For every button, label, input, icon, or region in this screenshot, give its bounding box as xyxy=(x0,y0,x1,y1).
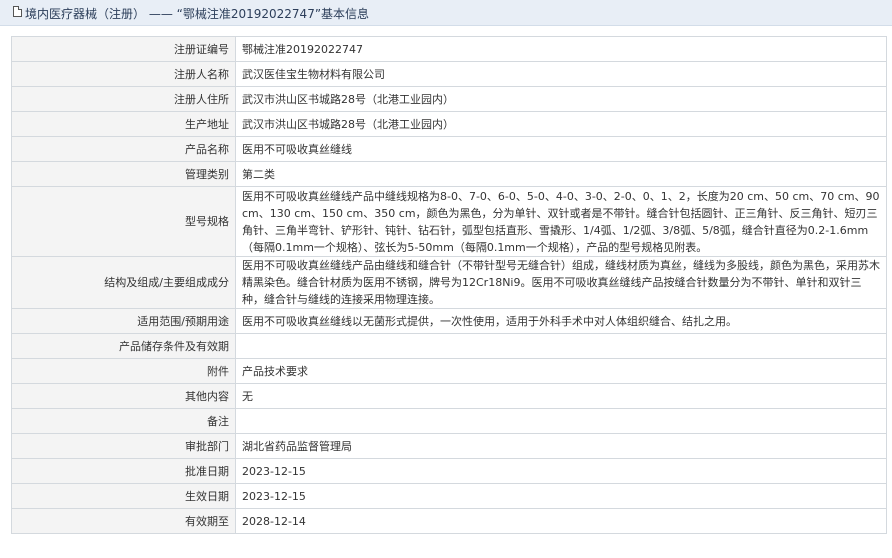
table-row: 注册人名称 武汉医佳宝生物材料有限公司 xyxy=(11,61,887,87)
table-row: 注册人住所 武汉市洪山区书城路28号（北港工业园内） xyxy=(11,86,887,112)
field-label: 产品储存条件及有效期 xyxy=(11,333,236,359)
field-value: 医用不可吸收真丝缝线 xyxy=(235,136,887,162)
field-value: 医用不可吸收真丝缝线产品由缝线和缝合针（不带针型号无缝合针）组成，缝线材质为真丝… xyxy=(235,256,887,309)
field-value: 医用不可吸收真丝缝线以无菌形式提供，一次性使用，适用于外科手术中对人体组织缝合、… xyxy=(235,308,887,334)
field-label: 生产地址 xyxy=(11,111,236,137)
table-row: 生效日期 2023-12-15 xyxy=(11,483,887,509)
field-label: 适用范围/预期用途 xyxy=(11,308,236,334)
field-value: 武汉医佳宝生物材料有限公司 xyxy=(235,61,887,87)
field-label: 注册人住所 xyxy=(11,86,236,112)
field-label: 管理类别 xyxy=(11,161,236,187)
field-label: 附件 xyxy=(11,358,236,384)
field-label: 注册证编号 xyxy=(11,36,236,62)
field-label: 型号规格 xyxy=(11,186,236,257)
field-label: 审批部门 xyxy=(11,433,236,459)
field-value xyxy=(235,333,887,359)
table-row: 结构及组成/主要组成成分 医用不可吸收真丝缝线产品由缝线和缝合针（不带针型号无缝合… xyxy=(11,256,887,309)
table-row: 适用范围/预期用途 医用不可吸收真丝缝线以无菌形式提供，一次性使用，适用于外科手术… xyxy=(11,308,887,334)
table-row: 产品名称 医用不可吸收真丝缝线 xyxy=(11,136,887,162)
field-label: 有效期至 xyxy=(11,508,236,534)
field-value: 产品技术要求 xyxy=(235,358,887,384)
field-label: 生效日期 xyxy=(11,483,236,509)
registration-info-table: 注册证编号 鄂械注准20192022747 注册人名称 武汉医佳宝生物材料有限公司 注册… xyxy=(11,36,887,534)
table-row: 审批部门 湖北省药品监督管理局 xyxy=(11,433,887,459)
table-row: 批准日期 2023-12-15 xyxy=(11,458,887,484)
table-row: 其他内容无 xyxy=(11,383,887,409)
field-value: 鄂械注准20192022747 xyxy=(235,36,887,62)
page-title: 境内医疗器械（注册） —— “鄂械注准20192022747”基本信息 xyxy=(25,7,370,21)
field-value: 2028-12-14 xyxy=(235,508,887,534)
field-label: 批准日期 xyxy=(11,458,236,484)
table-row: 有效期至 2028-12-14 xyxy=(11,508,887,534)
field-label: 结构及组成/主要组成成分 xyxy=(11,256,236,309)
field-label: 注册人名称 xyxy=(11,61,236,87)
field-value: 武汉市洪山区书城路28号（北港工业园内） xyxy=(235,86,887,112)
table-row: 附件 产品技术要求 xyxy=(11,358,887,384)
field-value: 2023-12-15 xyxy=(235,483,887,509)
field-value: 湖北省药品监督管理局 xyxy=(235,433,887,459)
field-label: 其他内容 xyxy=(11,383,236,409)
table-row: 备注 xyxy=(11,408,887,434)
table-row: 管理类别 第二类 xyxy=(11,161,887,187)
table-row: 产品储存条件及有效期 xyxy=(11,333,887,359)
table-row: 型号规格 医用不可吸收真丝缝线产品中缝线规格为8-0、7-0、6-0、5-0、4-… xyxy=(11,186,887,257)
table-row: 注册证编号 鄂械注准20192022747 xyxy=(11,36,887,62)
field-label: 备注 xyxy=(11,408,236,434)
field-value: 第二类 xyxy=(235,161,887,187)
field-value xyxy=(235,408,887,434)
field-value: 无 xyxy=(235,383,887,409)
field-value: 医用不可吸收真丝缝线产品中缝线规格为8-0、7-0、6-0、5-0、4-0、3-… xyxy=(235,186,887,257)
document-icon xyxy=(13,6,22,17)
field-value: 2023-12-15 xyxy=(235,458,887,484)
field-value: 武汉市洪山区书城路28号（北港工业园内） xyxy=(235,111,887,137)
table-row: 生产地址 武汉市洪山区书城路28号（北港工业园内） xyxy=(11,111,887,137)
page-header: 境内医疗器械（注册） —— “鄂械注准20192022747”基本信息 xyxy=(0,0,892,26)
field-label: 产品名称 xyxy=(11,136,236,162)
